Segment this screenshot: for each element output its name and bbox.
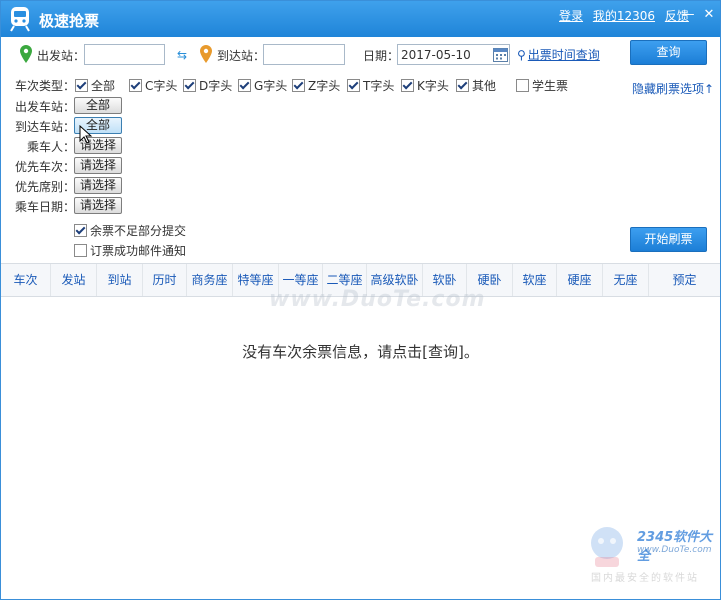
priority-train-button[interactable]: 请选择 [74, 157, 122, 174]
to-station-label: 到达站： [217, 49, 266, 63]
swap-icon[interactable]: ⇆ [177, 49, 189, 61]
travel-date-label: 乘车日期： [15, 200, 76, 214]
from-station-filter-button[interactable]: 全部 [74, 97, 122, 114]
close-button[interactable]: ✕ [701, 7, 717, 23]
train-type-k-label: K字头 [417, 79, 449, 93]
minimize-button[interactable]: — [680, 7, 696, 23]
mouse-cursor-icon [79, 125, 93, 144]
checkbox[interactable] [456, 79, 469, 92]
watermark-corner-url: www.DuoTe.com [637, 545, 712, 555]
train-type-g-label: G字头 [254, 79, 288, 93]
train-type-z[interactable]: Z字头 [292, 77, 340, 94]
student-ticket[interactable]: 学生票 [516, 77, 568, 94]
checkbox[interactable] [238, 79, 251, 92]
priority-seat-label: 优先席别： [15, 180, 76, 194]
checkbox[interactable] [401, 79, 414, 92]
partial-submit-label: 余票不足部分提交 [90, 224, 187, 238]
passenger-label: 乘车人： [27, 140, 76, 154]
column-header-duration[interactable]: 历时 [143, 264, 187, 296]
date-value: 2017-05-10 [401, 48, 471, 62]
train-icon [10, 7, 30, 32]
checkbox[interactable] [129, 79, 142, 92]
train-type-t-label: T字头 [363, 79, 395, 93]
from-station-filter-label: 出发车站： [15, 100, 76, 114]
column-header-soft-seat[interactable]: 软座 [513, 264, 557, 296]
ticket-time-query-label: 出票时间查询 [527, 48, 600, 62]
column-header-to[interactable]: 到站 [97, 264, 143, 296]
train-type-d[interactable]: D字头 [183, 77, 232, 94]
from-station-label: 出发站： [37, 49, 86, 63]
train-type-c-label: C字头 [145, 79, 178, 93]
start-refresh-button[interactable]: 开始刷票 [630, 227, 707, 252]
train-type-k[interactable]: K字头 [401, 77, 449, 94]
train-type-d-label: D字头 [199, 79, 233, 93]
column-header-no-seat[interactable]: 无座 [603, 264, 649, 296]
column-header-from[interactable]: 发站 [51, 264, 97, 296]
app-window: 极速抢票 登录 我的12306 反馈 — ✕ 出发站： ⇆ 到达站： 日期： 2… [0, 0, 721, 600]
my-12306-link[interactable]: 我的12306 [593, 9, 655, 23]
green-pin-icon [20, 45, 32, 63]
title-bar: 极速抢票 登录 我的12306 反馈 — ✕ [1, 1, 720, 37]
column-header-hard-seat[interactable]: 硬座 [557, 264, 603, 296]
from-station-input[interactable] [84, 44, 165, 65]
magnifier-icon: ⚲ [517, 48, 526, 62]
train-type-label: 车次类型： [15, 79, 76, 93]
train-type-all-label: 全部 [91, 79, 116, 93]
ticket-time-query-link[interactable]: ⚲ 出票时间查询 [517, 46, 600, 63]
train-type-c[interactable]: C字头 [129, 77, 177, 94]
checkbox[interactable] [74, 244, 87, 257]
column-header-train[interactable]: 车次 [1, 264, 51, 296]
email-notify-option[interactable]: 订票成功邮件通知 [74, 242, 186, 259]
route-row: 出发站： ⇆ 到达站： 日期： 2017-05-10 ⚲ 出票时间查询 查询 [1, 39, 720, 71]
checkbox[interactable] [75, 79, 88, 92]
calendar-icon[interactable] [493, 47, 508, 62]
watermark-corner-cn: 国内最安全的软件站 [591, 573, 699, 584]
train-type-g[interactable]: G字头 [238, 77, 287, 94]
app-title: 极速抢票 [39, 12, 100, 30]
checkbox[interactable] [74, 224, 87, 237]
to-station-input[interactable] [263, 44, 345, 65]
checkbox[interactable] [292, 79, 305, 92]
travel-date-button[interactable]: 请选择 [74, 197, 122, 214]
title-links: 登录 我的12306 反馈 [559, 7, 695, 24]
train-type-t[interactable]: T字头 [347, 77, 394, 94]
train-type-other[interactable]: 其他 [456, 77, 496, 94]
train-type-all[interactable]: 全部 [75, 77, 115, 94]
watermark-center: www.DuoTe.com [269, 287, 486, 312]
column-header-book[interactable]: 预定 [649, 264, 720, 296]
date-label: 日期： [363, 49, 400, 63]
checkbox[interactable] [347, 79, 360, 92]
priority-seat-button[interactable]: 请选择 [74, 177, 122, 194]
partial-submit-option[interactable]: 余票不足部分提交 [74, 222, 186, 239]
email-notify-label: 订票成功邮件通知 [90, 244, 187, 258]
query-button[interactable]: 查询 [630, 40, 707, 65]
student-ticket-label: 学生票 [532, 79, 569, 93]
column-header-business[interactable]: 商务座 [187, 264, 233, 296]
hide-options-link[interactable]: 隐藏刷票选项↑ [632, 80, 714, 97]
checkbox[interactable] [183, 79, 196, 92]
to-station-filter-label: 到达车站： [15, 120, 76, 134]
priority-train-label: 优先车次： [15, 160, 76, 174]
empty-results-message: 没有车次余票信息，请点击[查询]。 [242, 343, 479, 361]
orange-pin-icon [200, 45, 212, 63]
checkbox[interactable] [516, 79, 529, 92]
train-type-z-label: Z字头 [308, 79, 341, 93]
login-link[interactable]: 登录 [559, 9, 583, 23]
train-type-other-label: 其他 [472, 79, 497, 93]
